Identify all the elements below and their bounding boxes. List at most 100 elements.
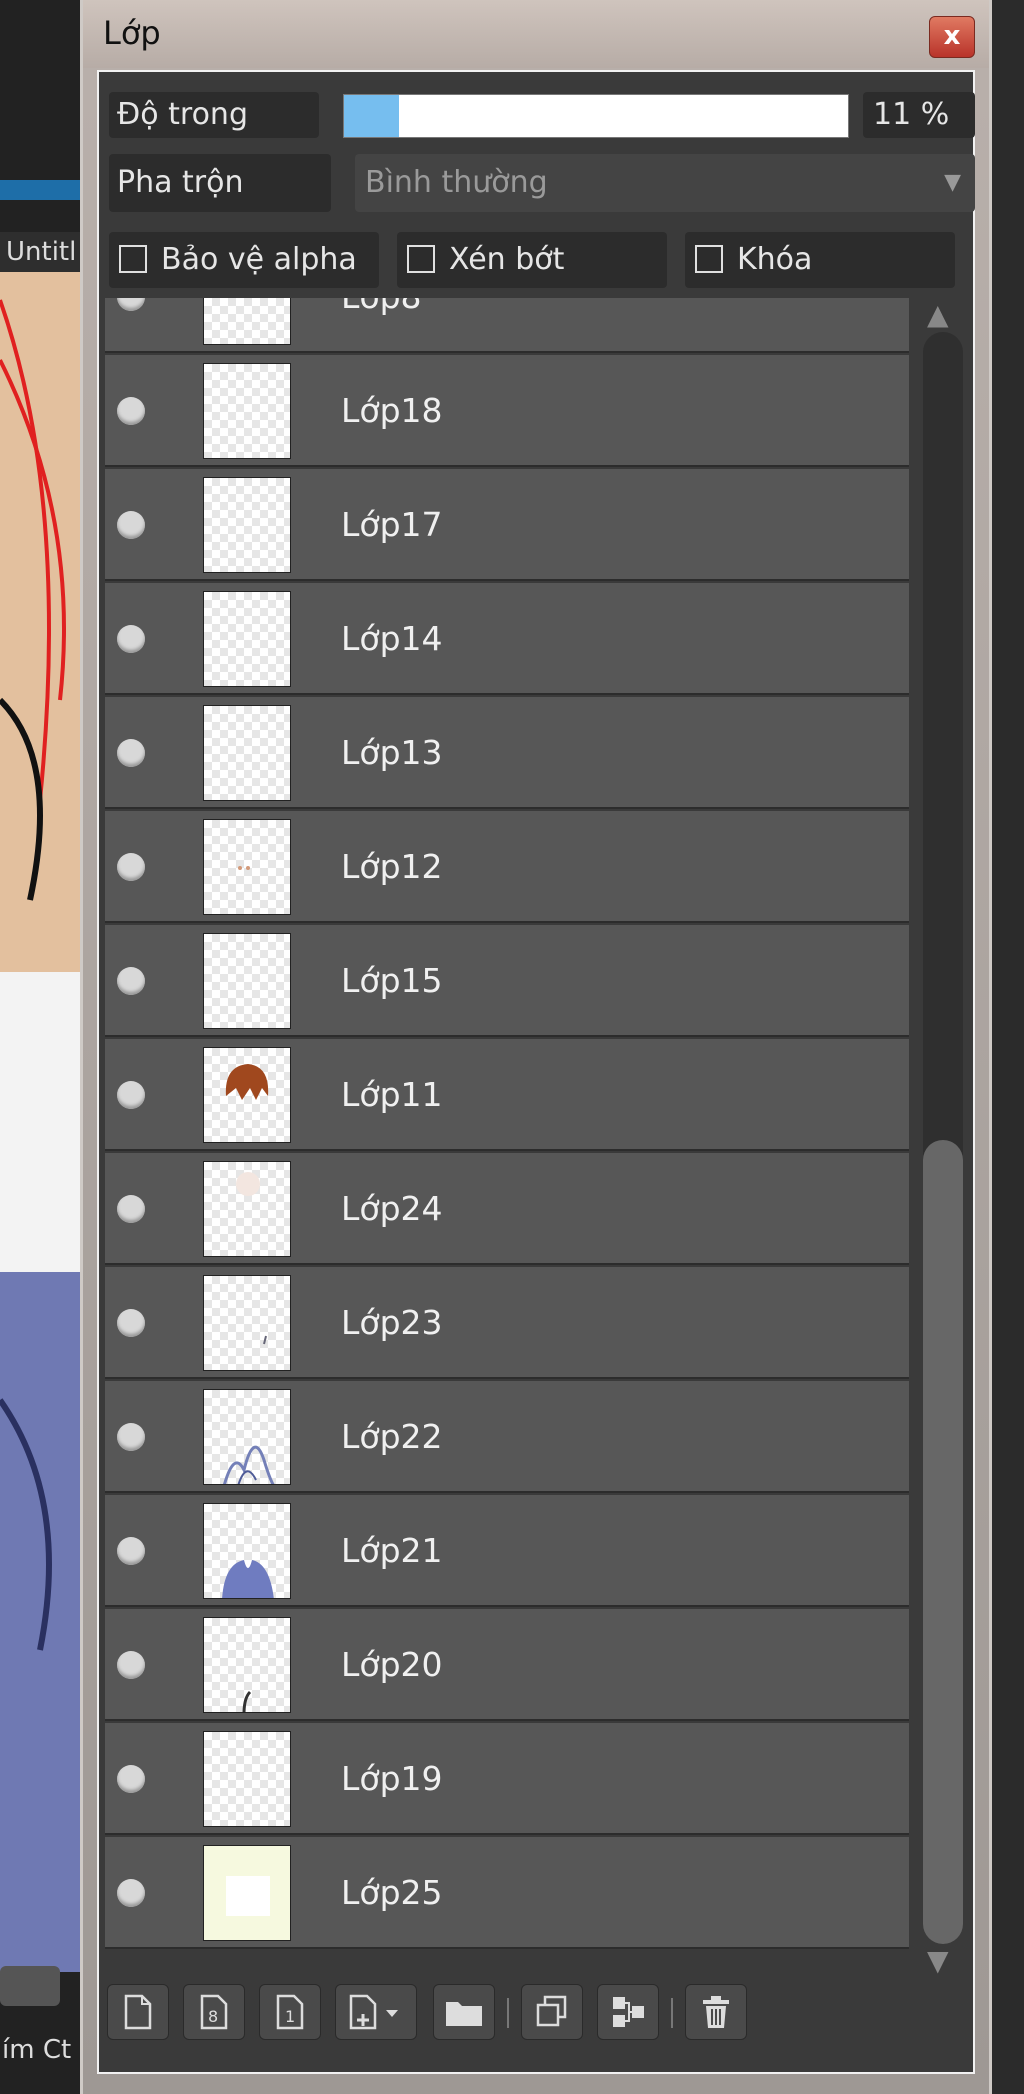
scroll-up-icon[interactable]: ▲ xyxy=(927,298,949,331)
add-layer-dropdown-button[interactable] xyxy=(335,1984,417,2040)
layer-name: Lớp17 xyxy=(341,505,443,544)
layer-row[interactable]: Lớp15 xyxy=(105,925,909,1037)
layer-name: Lớp20 xyxy=(341,1645,443,1684)
layer-thumbnail xyxy=(203,363,291,459)
scroll-thumb[interactable] xyxy=(923,1140,963,1944)
visibility-toggle-icon[interactable] xyxy=(117,397,145,425)
merge-down-button[interactable] xyxy=(597,1984,659,2040)
visibility-toggle-icon[interactable] xyxy=(117,1537,145,1565)
folder-icon xyxy=(446,2002,482,2026)
layer-row[interactable]: Lớp22 xyxy=(105,1381,909,1493)
blend-label: Pha trộn xyxy=(109,154,331,212)
right-panel-edge xyxy=(992,0,1024,2094)
visibility-toggle-icon[interactable] xyxy=(117,853,145,881)
window-titlebar[interactable]: Lớp x xyxy=(83,0,989,68)
visibility-toggle-icon[interactable] xyxy=(117,739,145,767)
visibility-toggle-icon[interactable] xyxy=(117,1423,145,1451)
clipping-checkbox[interactable]: Xén bớt xyxy=(397,232,667,288)
layer-name: Lớp13 xyxy=(341,733,443,772)
blend-mode-select[interactable]: Bình thường ▼ xyxy=(355,154,975,212)
visibility-toggle-icon[interactable] xyxy=(117,1879,145,1907)
layer-thumbnail xyxy=(203,1389,291,1485)
toolbar-divider xyxy=(671,1998,673,2028)
lock-checkbox[interactable]: Khóa xyxy=(685,232,955,288)
visibility-toggle-icon[interactable] xyxy=(117,1765,145,1793)
layer-row[interactable]: Lớp25 xyxy=(105,1837,909,1949)
opacity-slider[interactable] xyxy=(343,94,849,138)
layer-row[interactable]: Lớp8 xyxy=(105,298,909,353)
new-1bit-layer-button[interactable]: 1 xyxy=(259,1984,321,2040)
new-folder-button[interactable] xyxy=(433,1984,495,2040)
opacity-value[interactable]: 11 % xyxy=(863,92,975,138)
close-button[interactable]: x xyxy=(929,16,975,58)
toolbar-divider xyxy=(507,1998,509,2028)
layer-toolbar: 8 1 xyxy=(99,1974,973,2046)
layer-row[interactable]: Lớp11 xyxy=(105,1039,909,1151)
layer-row[interactable]: Lớp20 xyxy=(105,1609,909,1721)
trash-icon xyxy=(703,1996,729,2028)
layer-name: Lớp22 xyxy=(341,1417,443,1456)
layer-list-scrollbar[interactable]: ▲ ▼ xyxy=(917,298,969,2048)
layer-row[interactable]: Lớp13 xyxy=(105,697,909,809)
layer-name: Lớp14 xyxy=(341,619,443,658)
layer-name: Lớp18 xyxy=(341,391,443,430)
layer-row[interactable]: Lớp24 xyxy=(105,1153,909,1265)
checkbox-label: Bảo vệ alpha xyxy=(161,242,357,277)
layer-window: Lớp x Độ trong 11 % Pha trộn Bình thường… xyxy=(80,0,992,2094)
checkbox-icon xyxy=(119,245,147,273)
visibility-toggle-icon[interactable] xyxy=(117,625,145,653)
layer-row[interactable]: Lớp23 xyxy=(105,1267,909,1379)
layer-row[interactable]: Lớp14 xyxy=(105,583,909,695)
layer-name: Lớp8 xyxy=(341,298,422,316)
layer-name: Lớp21 xyxy=(341,1531,443,1570)
layer-thumbnail xyxy=(203,298,291,345)
layer-thumbnail xyxy=(203,477,291,573)
svg-text:8: 8 xyxy=(208,2007,218,2026)
visibility-toggle-icon[interactable] xyxy=(117,1651,145,1679)
chevron-down-icon: ▼ xyxy=(944,170,961,195)
layer-thumbnail xyxy=(203,1275,291,1371)
visibility-toggle-icon[interactable] xyxy=(117,1195,145,1223)
layer-name: Lớp25 xyxy=(341,1873,443,1912)
window-title: Lớp xyxy=(103,14,161,52)
layer-row[interactable]: Lớp12 xyxy=(105,811,909,923)
new-8bit-layer-icon: 8 xyxy=(200,1994,228,2030)
layer-thumbnail xyxy=(203,933,291,1029)
delete-layer-button[interactable] xyxy=(685,1984,747,2040)
layer-list: Lớp8 Lớp18 Lớp17 Lớp14 Lớp13 Lớp12 Lớp15 Lớp11 L… xyxy=(105,298,909,1966)
layer-name: Lớp12 xyxy=(341,847,443,886)
layer-thumbnail xyxy=(203,1047,291,1143)
layer-row[interactable]: Lớp17 xyxy=(105,469,909,581)
checkbox-label: Khóa xyxy=(737,242,813,277)
layer-row[interactable]: Lớp19 xyxy=(105,1723,909,1835)
protect-alpha-checkbox[interactable]: Bảo vệ alpha xyxy=(109,232,379,288)
layer-thumbnail xyxy=(203,1617,291,1713)
visibility-toggle-icon[interactable] xyxy=(117,298,145,311)
visibility-toggle-icon[interactable] xyxy=(117,1081,145,1109)
layer-name: Lớp11 xyxy=(341,1075,443,1114)
layer-row[interactable]: Lớp18 xyxy=(105,355,909,467)
layer-thumbnail xyxy=(203,1731,291,1827)
visibility-toggle-icon[interactable] xyxy=(117,511,145,539)
status-text: ím Ct xyxy=(2,2035,72,2065)
layer-thumbnail xyxy=(203,1845,291,1941)
checkbox-label: Xén bớt xyxy=(449,242,565,277)
canvas-artwork xyxy=(0,0,85,2094)
visibility-toggle-icon[interactable] xyxy=(117,967,145,995)
new-8bit-layer-button[interactable]: 8 xyxy=(183,1984,245,2040)
layer-name: Lớp19 xyxy=(341,1759,443,1798)
checkbox-icon xyxy=(695,245,723,273)
scroll-down-icon[interactable]: ▼ xyxy=(927,1944,949,1977)
layer-thumbnail xyxy=(203,1161,291,1257)
layer-row[interactable]: Lớp21 xyxy=(105,1495,909,1607)
canvas-tab[interactable]: Untitl xyxy=(0,232,85,272)
svg-text:1: 1 xyxy=(285,2007,295,2026)
new-1bit-layer-icon: 1 xyxy=(276,1994,304,2030)
new-layer-button[interactable] xyxy=(107,1984,169,2040)
add-layer-dropdown-icon xyxy=(349,1994,398,2030)
layer-thumbnail xyxy=(203,591,291,687)
new-layer-icon xyxy=(124,1994,152,2030)
visibility-toggle-icon[interactable] xyxy=(117,1309,145,1337)
duplicate-layer-button[interactable] xyxy=(521,1984,583,2040)
layer-panel: Độ trong 11 % Pha trộn Bình thường ▼ Bảo… xyxy=(97,70,975,2074)
